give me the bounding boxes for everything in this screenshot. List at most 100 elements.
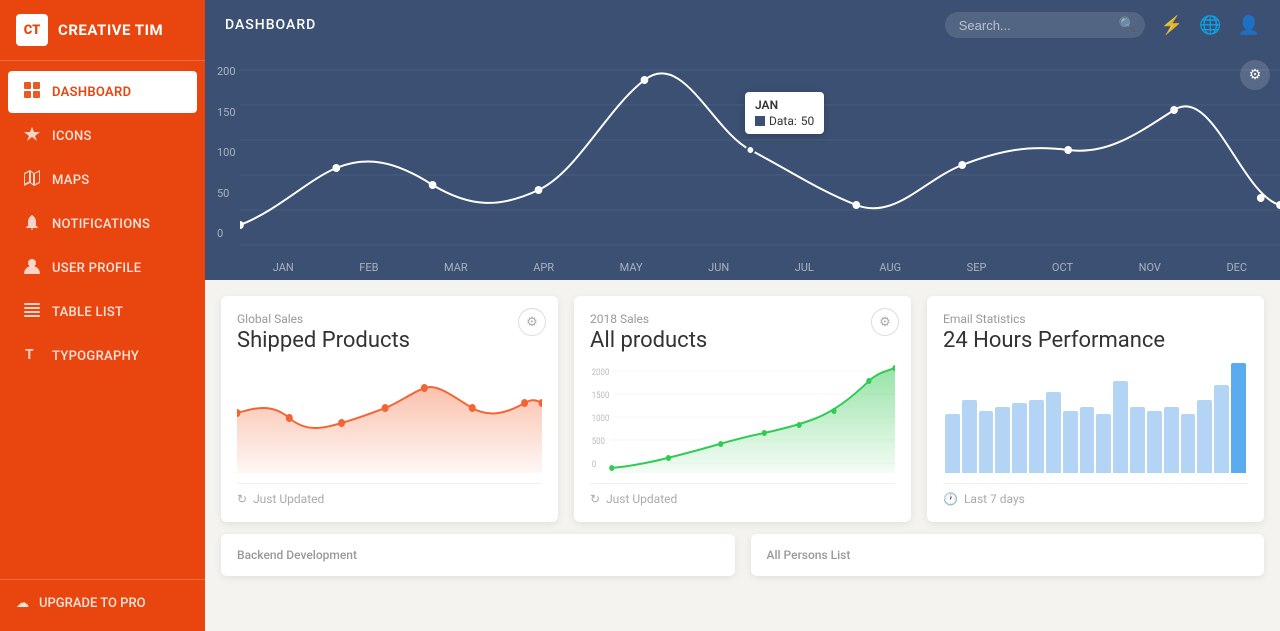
sidebar-logo: CT CREATIVE TIM (0, 0, 205, 61)
globe-icon[interactable]: 🌐 (1199, 15, 1221, 36)
y-label-0: 0 (217, 227, 236, 240)
x-label-jan: JAN (273, 261, 294, 274)
sidebar-icon-maps (24, 170, 40, 190)
sidebar-bottom: ☁ UPGRADE TO PRO (0, 579, 205, 631)
sidebar-label-user-profile: USER PROFILE (52, 261, 141, 276)
card-3-chart (943, 363, 1248, 473)
sidebar-item-icons[interactable]: ICONS (8, 115, 197, 157)
card-2-settings-button[interactable]: ⚙ (871, 308, 899, 336)
bar-3 (995, 407, 1010, 473)
bar-14 (1181, 414, 1196, 473)
card-1-footer: ↻ Just Updated (237, 483, 542, 506)
card-1-subtitle: Global Sales (237, 312, 542, 326)
card-email-stats: Email Statistics 24 Hours Performance 🕐 … (927, 296, 1264, 522)
card-3-footer: 🕐 Last 7 days (943, 483, 1248, 506)
x-label-mar: MAR (444, 261, 468, 274)
chart-tooltip: JAN Data: 50 (745, 92, 824, 134)
bar-4 (1012, 403, 1027, 473)
x-label-feb: FEB (359, 261, 378, 274)
card-2-footer-text: Just Updated (606, 492, 677, 506)
sidebar-item-table-list[interactable]: TABLE LIST (8, 291, 197, 333)
card-3-subtitle: Email Statistics (943, 312, 1248, 326)
sidebar-label-icons: ICONS (52, 129, 92, 144)
card-all-persons: All Persons List (751, 534, 1265, 576)
bar-16 (1214, 385, 1229, 473)
svg-text:2000: 2000 (592, 368, 610, 379)
tooltip-data-value: 50 (801, 114, 815, 128)
sidebar-icon-dashboard (24, 82, 40, 102)
svg-text:1000: 1000 (592, 414, 610, 425)
search-icon: 🔍 (1119, 17, 1136, 33)
card-2-footer-icon: ↻ (590, 492, 600, 506)
upgrade-button[interactable]: ☁ UPGRADE TO PRO (16, 592, 189, 615)
x-label-sep: SEP (967, 261, 987, 274)
sidebar-label-table-list: TABLE LIST (52, 305, 123, 320)
x-label-dec: DEC (1226, 261, 1247, 274)
svg-text:1500: 1500 (592, 391, 610, 402)
sidebar-icon-notifications (24, 214, 40, 234)
card-2-subtitle: 2018 Sales (590, 312, 895, 326)
bar-6 (1046, 392, 1061, 473)
bar-10 (1113, 381, 1128, 473)
sidebar-item-notifications[interactable]: NOTIFICATIONS (8, 203, 197, 245)
bar-17 (1231, 363, 1246, 473)
sidebar-item-user-profile[interactable]: USER PROFILE (8, 247, 197, 289)
bar-13 (1164, 407, 1179, 473)
pulse-icon[interactable]: ⚡ (1161, 15, 1183, 36)
card-1-chart (237, 363, 542, 473)
sidebar: CT CREATIVE TIM DASHBOARD ICONS MAPS NOTIFI… (0, 0, 205, 631)
card-1-settings-button[interactable]: ⚙ (518, 308, 546, 336)
tooltip-month: JAN (755, 98, 814, 112)
sidebar-item-maps[interactable]: MAPS (8, 159, 197, 201)
card-2-chart: 2000 1500 1000 500 0 (590, 363, 895, 473)
x-label-apr: APR (533, 261, 554, 274)
svg-text:500: 500 (592, 437, 605, 448)
sidebar-label-typography: TYPOGRAPHY (52, 349, 139, 364)
bar-5 (1029, 400, 1044, 473)
sidebar-item-typography[interactable]: T TYPOGRAPHY (8, 335, 197, 377)
card-3-footer-text: Last 7 days (964, 492, 1025, 506)
x-label-jun: JUN (708, 261, 729, 274)
bar-1 (962, 400, 977, 473)
header-right: 🔍 ⚡ 🌐 👤 (945, 12, 1260, 38)
y-label-150: 150 (217, 106, 236, 119)
y-label-100: 100 (217, 146, 236, 159)
logo-text: CREATIVE TIM (58, 21, 163, 39)
bar-2 (979, 411, 994, 473)
sidebar-label-notifications: NOTIFICATIONS (52, 217, 150, 232)
cards-row: ⚙ Global Sales Shipped Products (205, 280, 1280, 522)
svg-text:T: T (25, 347, 34, 362)
main-chart-svg (240, 50, 1280, 280)
upgrade-label: UPGRADE TO PRO (39, 596, 146, 611)
x-label-may: MAY (620, 261, 643, 274)
y-label-200: 200 (217, 65, 236, 78)
card-1-title: Shipped Products (237, 328, 542, 353)
bar-7 (1063, 411, 1078, 473)
card-2-title: All products (590, 328, 895, 353)
sidebar-label-dashboard: DASHBOARD (52, 85, 131, 100)
x-label-oct: OCT (1052, 261, 1073, 274)
sidebar-nav: DASHBOARD ICONS MAPS NOTIFICATIONS USER PROF… (0, 61, 205, 579)
sidebar-item-dashboard[interactable]: DASHBOARD (8, 71, 197, 113)
sidebar-icon-user-profile (24, 258, 40, 278)
page-title: DASHBOARD (225, 17, 316, 33)
chart-settings-button[interactable]: ⚙ (1240, 60, 1270, 90)
bar-8 (1080, 407, 1095, 473)
card-shipped-products: ⚙ Global Sales Shipped Products (221, 296, 558, 522)
search-box[interactable]: 🔍 (945, 12, 1145, 38)
search-input[interactable] (959, 18, 1119, 33)
sidebar-icon-typography: T (24, 346, 40, 366)
bar-0 (945, 414, 960, 473)
sidebar-icon-icons (24, 126, 40, 146)
main-chart: 200 150 100 50 0 (205, 50, 1280, 280)
card-3-footer-icon: 🕐 (943, 492, 958, 506)
card-2-footer: ↻ Just Updated (590, 483, 895, 506)
user-icon[interactable]: 👤 (1238, 15, 1260, 36)
header: DASHBOARD 🔍 ⚡ 🌐 👤 (205, 0, 1280, 50)
x-label-jul: JUL (795, 261, 814, 274)
bar-11 (1130, 407, 1145, 473)
bar-9 (1096, 414, 1111, 473)
x-label-nov: NOV (1139, 261, 1161, 274)
tooltip-data-label: Data: (769, 114, 797, 128)
bottom-card-2-title: All Persons List (767, 548, 1249, 562)
